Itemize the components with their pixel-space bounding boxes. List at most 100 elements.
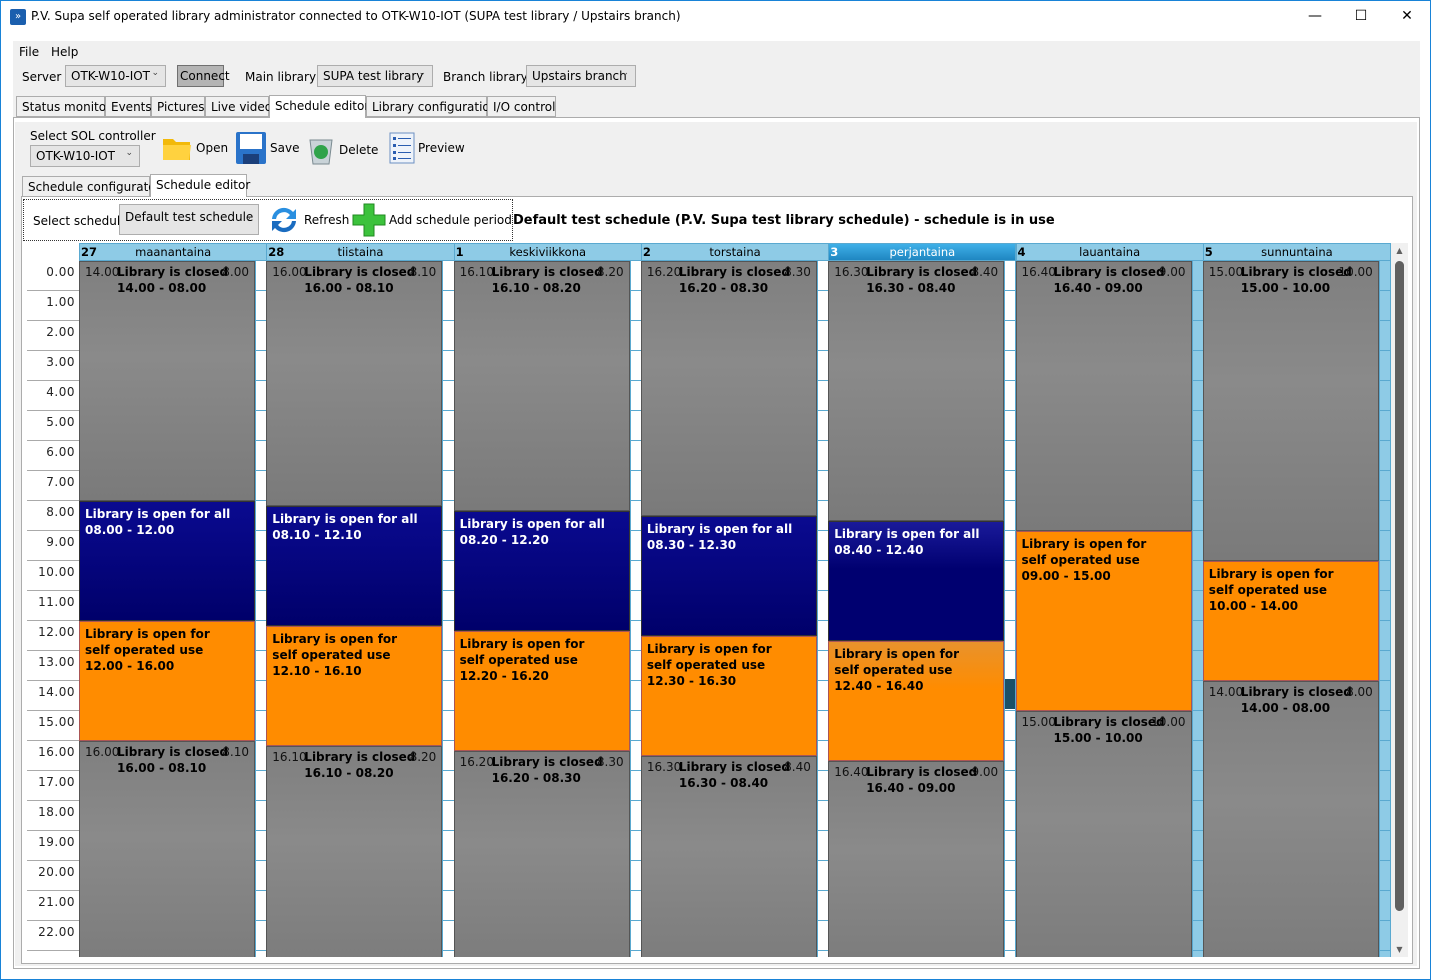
self-service-period[interactable]: Library is open for self operated use 12.… (640, 636, 817, 756)
delete-button[interactable]: Delete (306, 135, 378, 165)
chevron-down-icon: ⌄ (125, 148, 133, 158)
open-for-all-period[interactable]: Library is open for all 08.20 - 12.20 (453, 511, 630, 631)
closed-period[interactable]: 16.20 Library is closed 8.30 16.20 - 08.30 (453, 751, 630, 957)
tab-events[interactable]: Events (105, 96, 152, 117)
tab-live-video[interactable]: Live video (205, 96, 272, 117)
selected-slot[interactable] (1005, 679, 1016, 709)
gutter-hour-line (1005, 410, 1016, 411)
menu-help[interactable]: Help (51, 45, 78, 59)
subtab-schedule-editor[interactable]: Schedule editor (150, 174, 250, 197)
gutter-hour-line (817, 620, 829, 621)
add-schedule-period-button[interactable]: Add schedule period (352, 203, 512, 237)
gutter-hour-line (443, 320, 454, 321)
gutter-hour-line (1192, 590, 1203, 591)
day-header-sunnuntaina[interactable]: 5 sunnuntaina (1202, 243, 1391, 261)
open-for-all-period[interactable]: Library is open for all 08.10 - 12.10 (266, 506, 443, 626)
tab-pictures[interactable]: Pictures (151, 96, 205, 117)
period-range: 16.00 - 08.10 (304, 281, 394, 295)
period-start: 16.40 (834, 765, 869, 779)
menu-file[interactable]: File (19, 45, 39, 59)
closed-period[interactable]: 16.40 Library is closed 9.00 16.40 - 09.00 (1015, 261, 1192, 531)
schedule-week-grid[interactable]: 0.00 1.00 2.00 3.00 4.00 5.00 6.00 7.00 8.00 9.00… (25, 243, 1391, 957)
schedule-heading: Default test schedule (P.V. Supa test li… (513, 213, 1055, 228)
day-gutter[interactable] (1378, 261, 1391, 957)
day-header-lauantaina[interactable]: 4 lauantaina (1015, 243, 1204, 261)
tab-schedule-editor[interactable]: Schedule editor (269, 95, 369, 118)
gutter-hour-line (1379, 860, 1391, 861)
gutter-hour-line (256, 350, 267, 351)
period-end: 8.20 (596, 265, 624, 279)
closed-period[interactable]: 16.30 Library is closed 8.40 16.30 - 08.40 (640, 756, 817, 957)
open-for-all-period[interactable]: Library is open for all 08.40 - 12.40 (828, 521, 1005, 641)
gutter-hour-line (817, 770, 829, 771)
save-button[interactable]: Save (235, 131, 299, 165)
day-header-maanantaina[interactable]: 27 maanantaina (79, 243, 268, 261)
hour-label: 4.00 (46, 385, 75, 399)
gutter-hour-line (443, 650, 454, 651)
day-name: sunnuntaina (1261, 245, 1333, 259)
closed-period[interactable]: 16.00 Library is closed 8.10 16.00 - 08.10 (266, 261, 443, 506)
refresh-button[interactable]: Refresh (267, 203, 349, 237)
period-start: 16.30 (646, 760, 682, 774)
connect-button[interactable]: Connect (177, 65, 230, 87)
preview-button[interactable]: Preview (389, 132, 465, 164)
subtab-schedule-configurator[interactable]: Schedule configurator (22, 176, 161, 197)
plus-icon (352, 203, 386, 237)
tab-io-control[interactable]: I/O control (487, 96, 556, 117)
server-select[interactable]: OTK-W10-IOT ⌄ (65, 65, 166, 87)
maximize-button[interactable]: ☐ (1338, 1, 1384, 33)
gutter-hour-line (630, 710, 641, 711)
gutter-hour-line (1192, 440, 1203, 441)
scroll-down-arrow-icon[interactable]: ▼ (1391, 945, 1408, 954)
self-service-period[interactable]: Library is open for self operated use 10.… (1202, 561, 1379, 681)
gutter-hour-line (1005, 470, 1016, 471)
scrollbar-thumb[interactable] (1395, 261, 1404, 911)
tab-status-monitor[interactable]: Status monitor (16, 96, 111, 117)
gutter-hour-line (1192, 350, 1203, 351)
period-title: Library is closed (866, 765, 978, 779)
closed-period[interactable]: 16.10 Library is closed 8.20 16.10 - 08.20 (453, 261, 630, 511)
close-button[interactable]: ✕ (1384, 1, 1430, 33)
branch-library-select[interactable]: Upstairs branch ⌄ (526, 65, 636, 87)
day-header-keskiviikkona[interactable]: 1 keskiviikkona (453, 243, 642, 261)
self-service-period[interactable]: Library is open for self operated use 12.… (79, 621, 255, 741)
self-service-period[interactable]: Library is open for self operated use 12.… (828, 641, 1005, 761)
open-for-all-period[interactable]: Library is open for all 08.30 - 12.30 (640, 516, 817, 636)
gutter-hour-line (1379, 590, 1391, 591)
self-service-period[interactable]: Library is open for self operated use 12.… (266, 626, 443, 746)
day-header-tiistaina[interactable]: 28 tiistaina (266, 243, 455, 261)
closed-period[interactable]: 15.00 Library is closed 10.00 15.00 - 10.00 (1015, 711, 1192, 957)
closed-period[interactable]: 16.00 Library is closed 8.10 16.00 - 08.10 (79, 741, 255, 957)
hour-divider (27, 410, 79, 411)
minimize-button[interactable]: — (1292, 1, 1338, 33)
day-header-torstaina[interactable]: 2 torstaina (640, 243, 830, 261)
closed-period[interactable]: 16.20 Library is closed 8.30 16.20 - 08.30 (640, 261, 817, 516)
period-range: 15.00 - 10.00 (1053, 731, 1143, 745)
self-service-period[interactable]: Library is open for self operated use 09.… (1015, 531, 1192, 711)
controller-select[interactable]: OTK-W10-IOT ⌄ (30, 145, 140, 167)
schedule-select[interactable]: Default test schedule ⌄ (119, 204, 259, 235)
gutter-hour-line (630, 380, 641, 381)
tab-library-configuration[interactable]: Library configuration (366, 96, 497, 117)
open-for-all-period[interactable]: Library is open for all 08.00 - 12.00 (79, 501, 255, 621)
scroll-up-arrow-icon[interactable]: ▲ (1391, 246, 1408, 255)
closed-period[interactable]: 14.00 Library is closed 8.00 14.00 - 08.00 (1202, 681, 1379, 957)
period-title: Library is closed (491, 755, 603, 769)
closed-period[interactable]: 16.40 Library is closed 9.00 16.40 - 09.00 (828, 761, 1005, 957)
gutter-hour-line (630, 590, 641, 591)
closed-period[interactable]: 16.10 Library is closed 8.20 16.10 - 08.20 (266, 746, 443, 957)
closed-period[interactable]: 16.30 Library is closed 8.40 16.30 - 08.40 (828, 261, 1005, 521)
period-title: Library is open for all (85, 507, 231, 521)
hour-label: 7.00 (46, 475, 75, 489)
open-button[interactable]: Open (161, 133, 228, 163)
controller-label: Select SOL controller (30, 129, 156, 143)
gutter-hour-line (1005, 620, 1016, 621)
self-service-period[interactable]: Library is open for self operated use 12.… (453, 631, 630, 751)
period-range: 12.40 - 16.40 (834, 679, 924, 693)
closed-period[interactable]: 14.00 Library is closed 8.00 14.00 - 08.00 (79, 261, 255, 501)
day-header-perjantaina[interactable]: 3 perjantaina (828, 243, 1017, 261)
main-library-select[interactable]: SUPA test library ⌄ (317, 65, 433, 87)
closed-period[interactable]: 15.00 Library is closed 10.00 15.00 - 10.00 (1202, 261, 1379, 561)
period-range: 16.10 - 08.20 (304, 766, 394, 780)
period-title: Library is closed (678, 760, 790, 774)
